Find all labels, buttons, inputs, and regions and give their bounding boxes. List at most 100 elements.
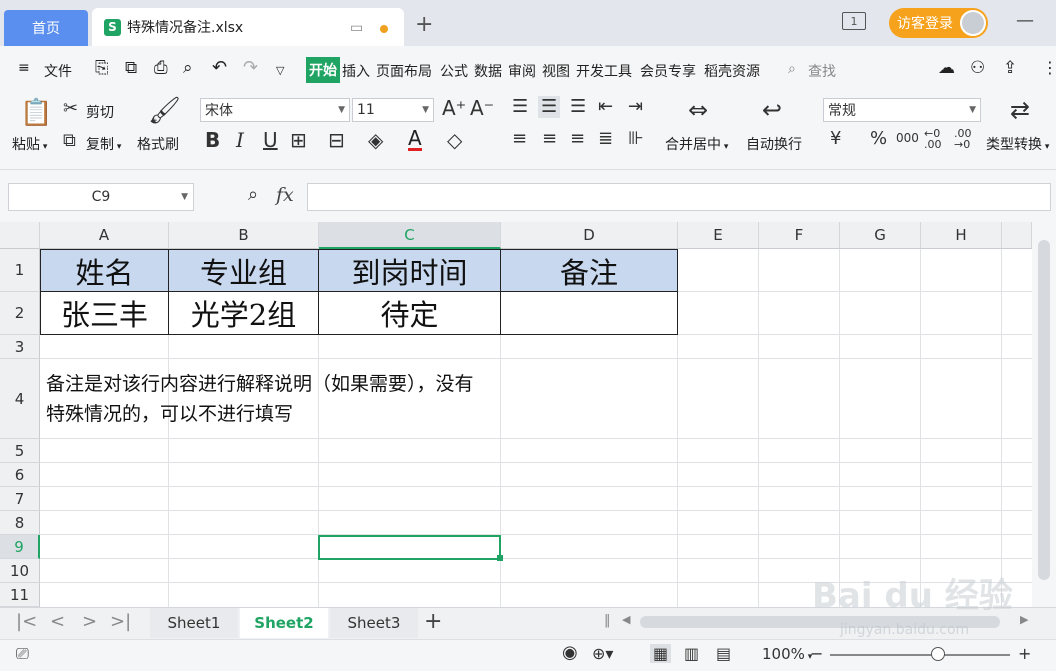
row-header-10[interactable]: 10 [0,559,40,583]
type-convert-button[interactable]: 类型转换 ▾ [986,134,1049,154]
collaborate-icon[interactable]: ⚇ [970,58,985,78]
export-icon[interactable]: ⧉ [125,58,137,78]
cell-b1[interactable]: 专业组 [168,249,319,292]
cloud-sync-icon[interactable]: ☁ [938,58,955,78]
column-header-b[interactable]: B [169,222,319,249]
last-sheet-icon[interactable]: >| [110,611,131,632]
fill-handle[interactable] [497,555,503,561]
sheet-tab-sheet1[interactable]: Sheet1 [150,608,238,638]
row-header-8[interactable]: 8 [0,511,40,535]
column-header-g[interactable]: G [840,222,921,249]
align-right-icon[interactable]: ≡ [570,130,585,148]
column-header-h[interactable]: H [921,222,1002,249]
cell-a2[interactable]: 张三丰 [40,291,169,335]
zoom-slider-knob[interactable] [931,647,945,661]
format-painter-button[interactable]: 格式刷 [137,134,179,154]
vertical-scroll-thumb[interactable] [1038,240,1050,580]
cell-c2[interactable]: 待定 [318,291,501,335]
row-header-2[interactable]: 2 [0,292,40,335]
row-header-6[interactable]: 6 [0,463,40,487]
split-handle-icon[interactable]: ‖ [604,613,611,628]
row-header-9[interactable]: 9 [0,535,40,559]
distribute-icon[interactable]: ⊪ [628,130,644,148]
border-icon[interactable]: ⊞ [290,130,307,150]
new-tab-button[interactable]: + [415,12,433,37]
eye-protection-icon[interactable]: ◉ [562,642,578,663]
macro-record-icon[interactable]: ⎚ [16,644,29,664]
font-color-icon[interactable]: A [408,128,422,151]
align-center-icon[interactable]: ≡ [542,130,557,148]
sheet-tab-sheet2[interactable]: Sheet2 [240,608,328,638]
copy-button[interactable]: 复制 ▾ [86,134,121,154]
decrease-font-icon[interactable]: A⁻ [470,98,494,118]
column-header-d[interactable]: D [501,222,678,249]
paste-button[interactable]: 粘贴 ▾ [12,134,47,154]
align-left-icon[interactable]: ≡ [512,130,527,148]
cell-b2[interactable]: 光学2组 [168,291,319,335]
merge-center-button[interactable]: 合并居中 ▾ [665,134,728,154]
scroll-left-icon[interactable]: ◀ [622,613,630,626]
row-header-1[interactable]: 1 [0,249,40,292]
cut-button[interactable]: 剪切 [86,102,114,122]
font-size-select[interactable]: 11 ▼ [352,98,434,122]
increase-decimal-button[interactable]: ←0 .00 [924,128,948,150]
row-header-7[interactable]: 7 [0,487,40,511]
menu-docer[interactable]: 稻壳资源 [704,61,760,81]
cell-a4-note[interactable]: 备注是对该行内容进行解释说明（如果需要），没有特殊情况的，可以不进行填写 [46,369,486,429]
zoom-in-button[interactable]: + [1018,644,1031,663]
fill-color-icon[interactable]: ◈ [368,130,383,150]
menu-view[interactable]: 视图 [542,61,570,81]
menu-start[interactable]: 开始 [306,57,340,83]
menu-data[interactable]: 数据 [474,61,502,81]
increase-font-icon[interactable]: A⁺ [442,98,466,118]
row-header-3[interactable]: 3 [0,335,40,359]
page-break-view-icon[interactable]: ▤ [716,644,731,663]
bold-button[interactable]: B [205,130,220,150]
undo-icon[interactable]: ↶ [212,57,227,78]
quick-access-dropdown-icon[interactable]: ▽ [276,64,284,77]
sheet-tab-sheet3[interactable]: Sheet3 [330,608,418,638]
menu-member[interactable]: 会员专享 [640,61,696,81]
percent-button[interactable]: % [870,130,887,148]
monitor-icon[interactable]: ▭ [350,20,363,36]
align-middle-icon[interactable]: ☰ [538,96,561,118]
underline-button[interactable]: U [263,130,278,150]
guest-login-button[interactable]: 访客登录 [889,8,988,38]
row-header-11[interactable]: 11 [0,583,40,607]
active-cell-selection[interactable] [318,535,501,560]
column-header-i[interactable] [1002,222,1032,249]
name-box[interactable]: C9 ▼ [8,183,194,211]
search-icon[interactable]: ⌕ [788,61,796,77]
next-sheet-icon[interactable]: > [82,611,97,632]
align-top-icon[interactable]: ☰ [512,98,528,116]
indent-decrease-icon[interactable]: ⇤ [598,98,613,116]
add-sheet-button[interactable]: + [424,609,442,634]
cell-style-icon[interactable]: ⊟ [328,130,345,150]
menu-search[interactable]: 查找 [808,61,836,81]
cell-c1[interactable]: 到岗时间 [318,249,501,292]
wrap-text-button[interactable]: 自动换行 [746,134,802,154]
row-header-5[interactable]: 5 [0,439,40,463]
hamburger-icon[interactable]: ≡ [18,60,30,76]
scroll-right-icon[interactable]: ▶ [1020,613,1028,626]
font-name-select[interactable]: 宋体 ▼ [200,98,350,122]
menu-page-layout[interactable]: 页面布局 [376,61,432,81]
clear-format-icon[interactable]: ◇ [447,130,462,150]
column-header-a[interactable]: A [40,222,169,249]
wrap-text-icon[interactable]: ↩ [762,98,782,122]
number-format-select[interactable]: 常规 ▼ [823,98,981,122]
format-painter-icon[interactable]: 🖌 [148,98,181,124]
copy-icon[interactable]: ⧉ [63,132,76,150]
minimize-icon[interactable]: — [1016,10,1034,31]
zoom-level[interactable]: 100% ▾ [762,645,812,663]
italic-button[interactable]: I [236,130,244,150]
prev-sheet-icon[interactable]: < [50,611,65,632]
cell-a1[interactable]: 姓名 [40,249,169,292]
select-all-corner[interactable] [0,222,40,249]
column-header-f[interactable]: F [759,222,840,249]
fx-button[interactable]: fx [276,184,294,206]
currency-button[interactable]: ¥ [830,130,841,148]
save-icon[interactable]: ⎘ [95,58,109,78]
share-icon[interactable]: ⇪ [1003,58,1017,78]
menu-file[interactable]: 文件 [44,61,72,81]
